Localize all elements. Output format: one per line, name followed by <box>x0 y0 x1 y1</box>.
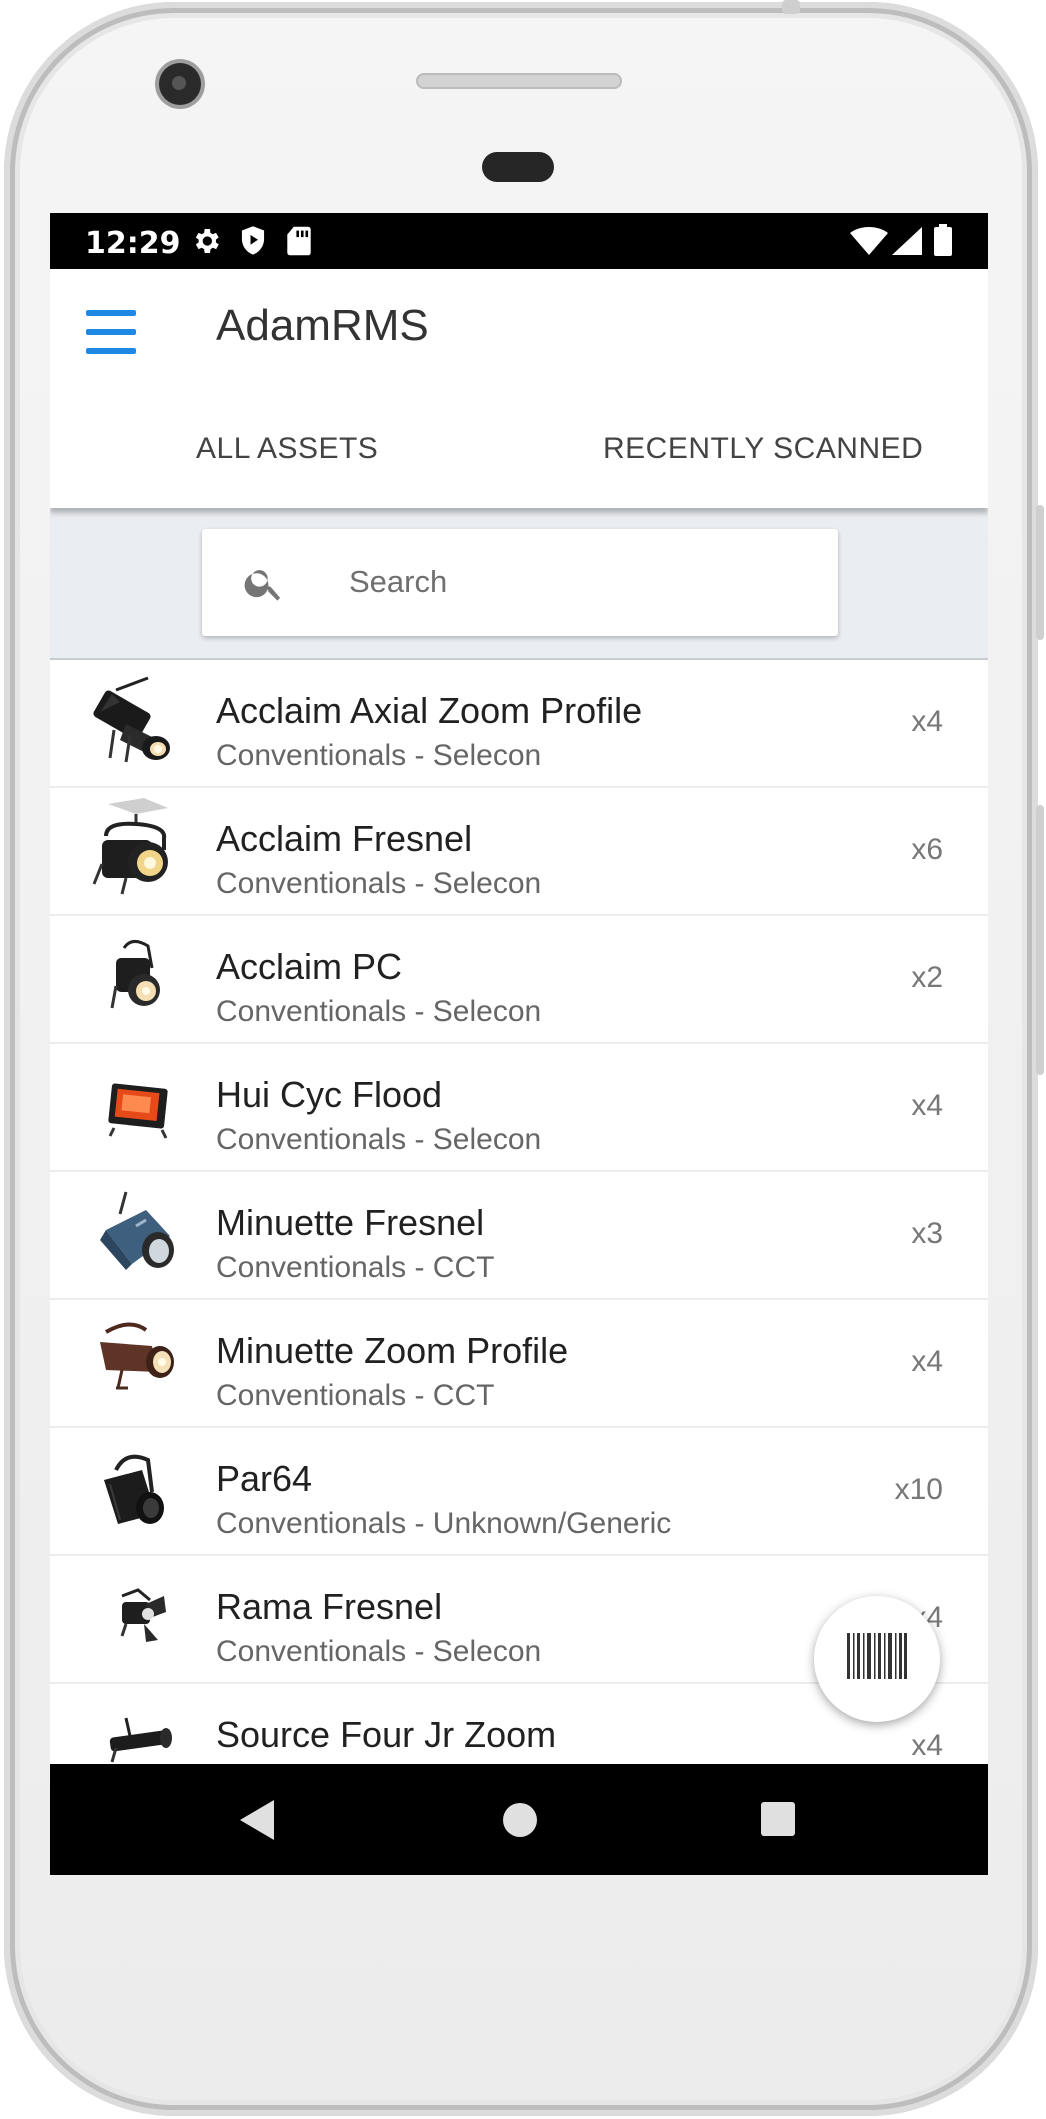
asset-name: Source Four Jr Zoom <box>216 1714 557 1755</box>
status-bar: 12:29 <box>50 213 988 269</box>
profile-spotlight-icon <box>100 1322 174 1390</box>
fresnel-light-icon <box>120 1588 166 1642</box>
list-item[interactable]: Par64 Conventionals - Unknown/Generic x1… <box>50 1428 988 1556</box>
status-time: 12:29 <box>85 226 181 261</box>
list-item[interactable]: Minuette Zoom Profile Conventionals - CC… <box>50 1300 988 1428</box>
asset-quantity: x4 <box>911 705 943 738</box>
asset-category: Conventionals - Selecon <box>216 995 542 1028</box>
list-item[interactable]: Acclaim PC Conventionals - Selecon x2 <box>50 916 988 1044</box>
fresnel-light-icon <box>100 1191 174 1270</box>
battery-icon <box>934 224 952 256</box>
tab-bar: ALL ASSETS RECENTLY SCANNED <box>50 388 988 508</box>
asset-quantity: x4 <box>911 1729 943 1762</box>
asset-category: Conventionals - CCT <box>216 1379 495 1412</box>
back-icon[interactable] <box>240 1800 276 1840</box>
front-camera <box>159 63 201 105</box>
sd-card-icon <box>287 226 311 256</box>
asset-category: Conventionals - Selecon <box>216 867 542 900</box>
asset-name: Par64 <box>216 1458 313 1499</box>
cell-signal-icon <box>892 227 922 255</box>
search-area <box>50 508 988 660</box>
asset-category: Conventionals - Selecon <box>216 1635 542 1668</box>
phone-top-button <box>782 0 800 14</box>
home-icon[interactable] <box>502 1802 538 1838</box>
tab-recently-scanned[interactable]: RECENTLY SCANNED <box>603 432 923 466</box>
asset-category: Conventionals - CCT <box>216 1251 495 1284</box>
app-bar: AdamRMS <box>50 269 988 388</box>
phone-power-button <box>1036 805 1044 1075</box>
app-title: AdamRMS <box>216 301 429 350</box>
asset-quantity: x4 <box>911 1345 943 1378</box>
recents-icon[interactable] <box>761 1802 795 1836</box>
asset-name: Acclaim Axial Zoom Profile <box>216 690 643 731</box>
wifi-icon <box>850 227 888 255</box>
asset-quantity: x6 <box>911 833 943 866</box>
asset-name: Minuette Zoom Profile <box>216 1330 569 1371</box>
fresnel-light-icon <box>92 798 168 895</box>
shield-icon <box>241 226 265 255</box>
asset-quantity: x3 <box>911 1217 943 1250</box>
tab-all-assets[interactable]: ALL ASSETS <box>196 432 378 466</box>
pc-light-icon <box>110 940 160 1009</box>
hamburger-menu-icon[interactable] <box>86 310 136 354</box>
asset-category: Conventionals - Selecon <box>216 739 542 772</box>
asset-name: Acclaim PC <box>216 946 403 987</box>
asset-quantity: x2 <box>911 961 943 994</box>
screen: 12:29 AdamRMS ALL ASSETS RECENTLY SCANNE… <box>50 213 988 1875</box>
search-box[interactable] <box>202 529 838 636</box>
proximity-sensor <box>482 152 554 182</box>
asset-name: Minuette Fresnel <box>216 1202 485 1243</box>
asset-category: Conventionals - Unknown/Generic <box>216 1507 672 1540</box>
asset-name: Rama Fresnel <box>216 1586 443 1627</box>
system-nav-bar <box>50 1764 988 1875</box>
par-can-icon <box>104 1454 164 1524</box>
list-item[interactable]: Acclaim Fresnel Conventionals - Selecon … <box>50 788 988 916</box>
phone-volume-button <box>1036 505 1044 640</box>
asset-quantity: x10 <box>894 1473 943 1506</box>
flood-light-icon <box>108 1083 168 1139</box>
list-item[interactable]: Acclaim Axial Zoom Profile Conventionals… <box>50 660 988 788</box>
list-item[interactable]: Minuette Fresnel Conventionals - CCT x3 <box>50 1172 988 1300</box>
barcode-icon <box>847 1633 907 1679</box>
settings-icon <box>195 229 219 253</box>
asset-quantity: x4 <box>911 1089 943 1122</box>
asset-category: Conventionals - Selecon <box>216 1123 542 1156</box>
list-item[interactable]: Hui Cyc Flood Conventionals - Selecon x4 <box>50 1044 988 1172</box>
earpiece-speaker <box>416 73 622 89</box>
profile-spotlight-icon <box>93 676 170 763</box>
scan-barcode-button[interactable] <box>814 1596 940 1722</box>
asset-name: Hui Cyc Flood <box>216 1074 443 1115</box>
search-icon <box>244 570 281 601</box>
search-input[interactable] <box>347 557 811 607</box>
asset-name: Acclaim Fresnel <box>216 818 473 859</box>
